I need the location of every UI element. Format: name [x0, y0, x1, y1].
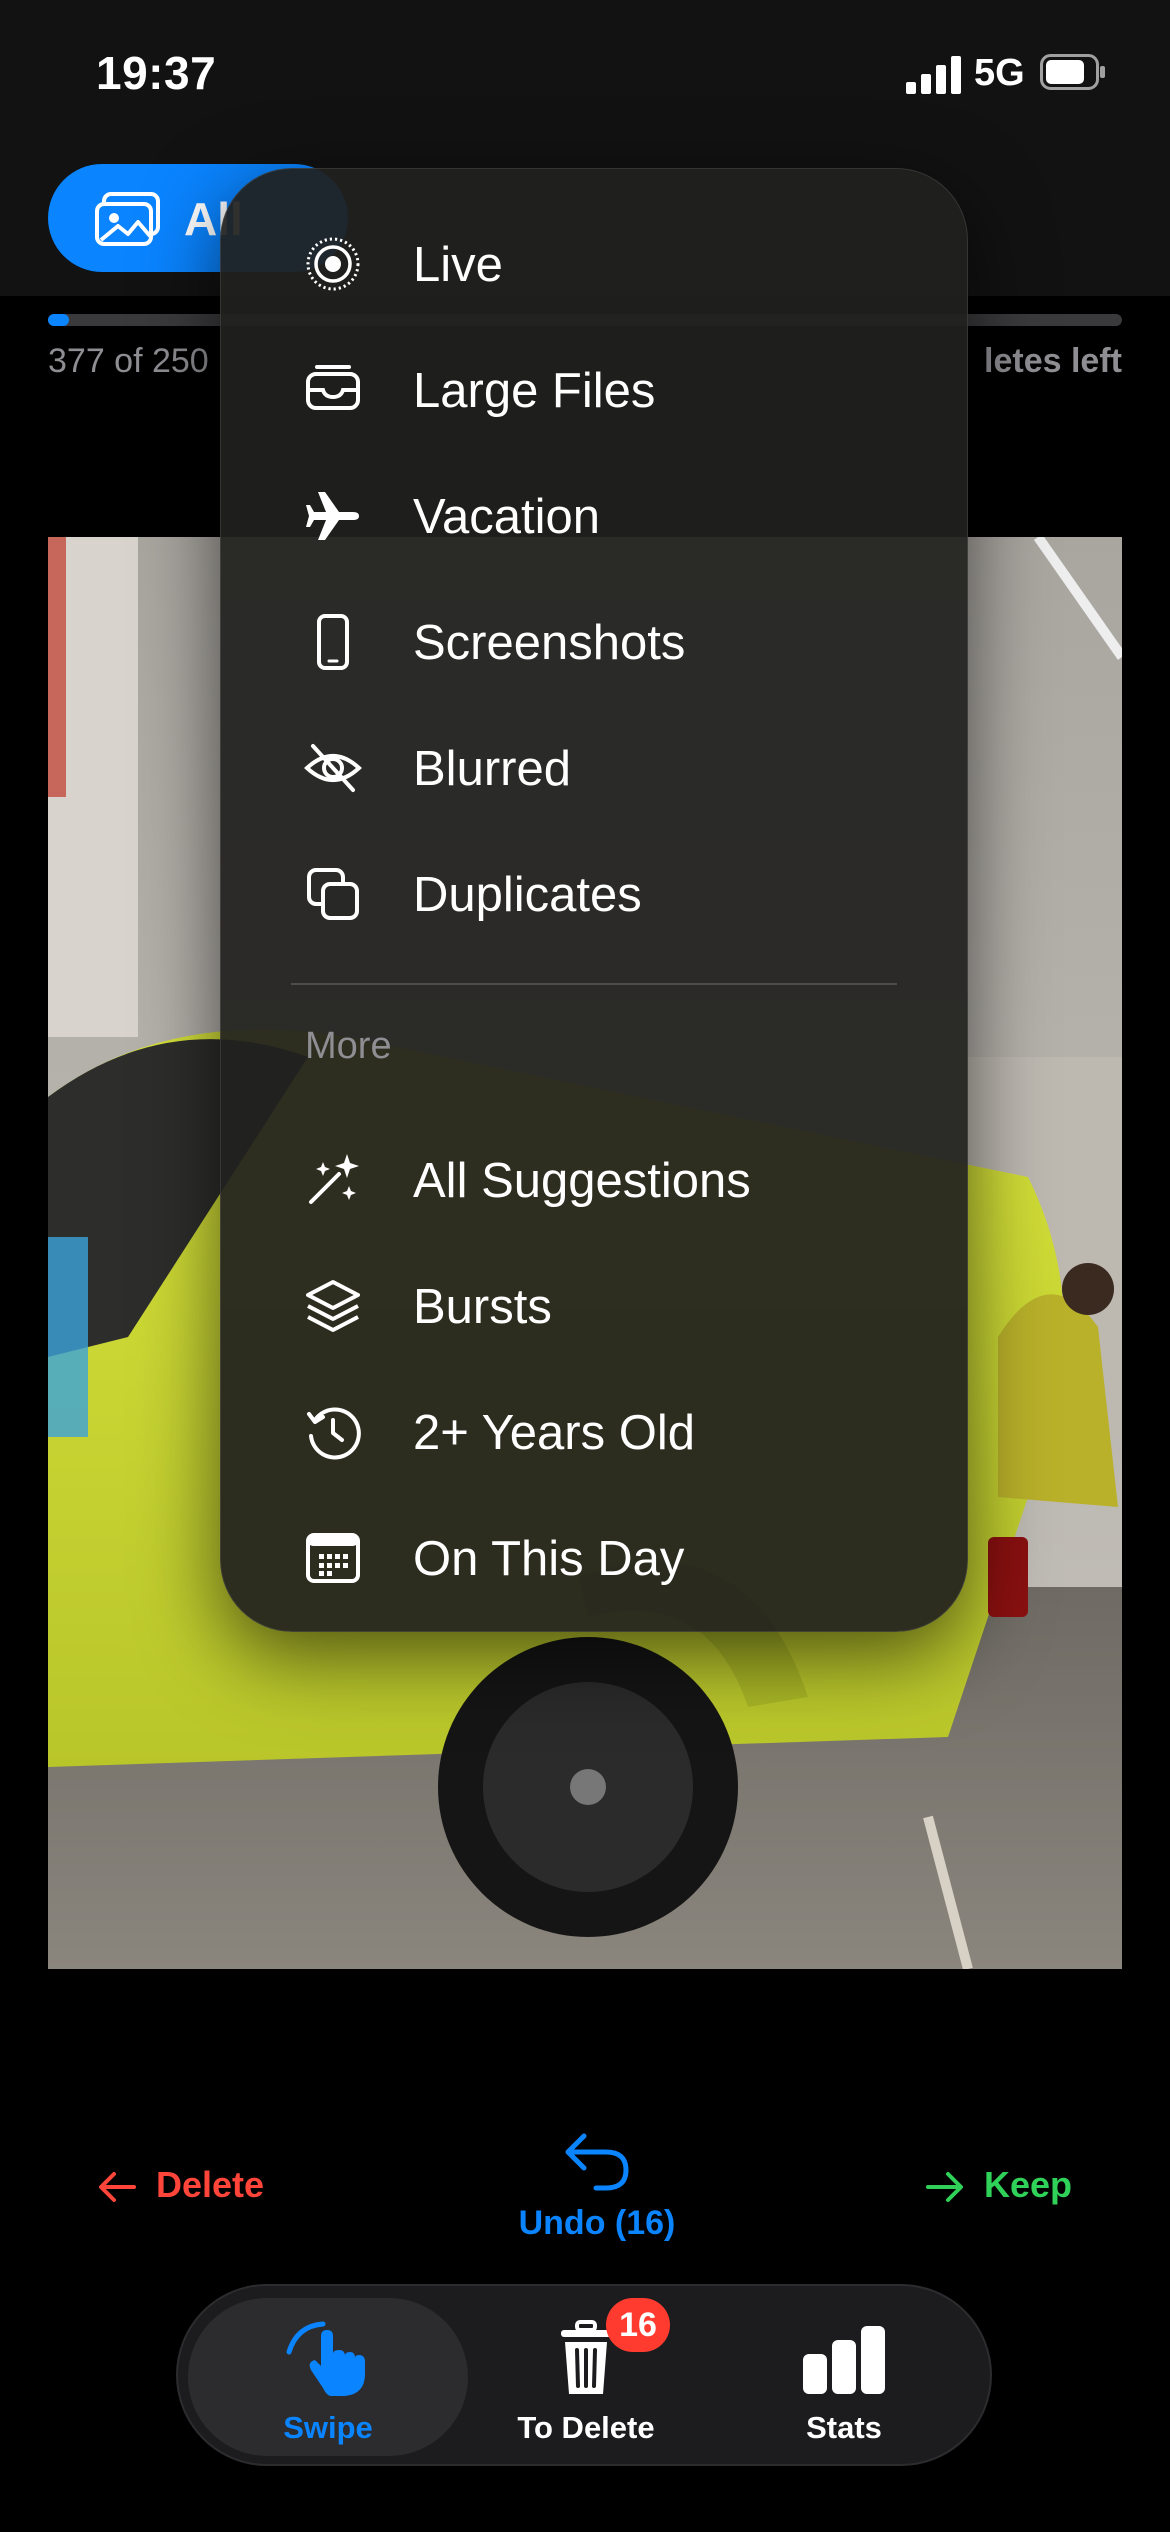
- network-type: 5G: [974, 52, 1025, 94]
- tab-to-delete[interactable]: To Delete: [446, 2298, 726, 2456]
- delete-action-label: Delete: [156, 2164, 265, 2205]
- menu-item-duplicates[interactable]: Duplicates: [221, 839, 967, 949]
- layers-icon: [306, 1280, 360, 1332]
- keep-action-label: Keep: [983, 2164, 1072, 2205]
- menu-item-label: Vacation: [413, 490, 601, 544]
- deletes-left-text: letes left: [984, 342, 1122, 380]
- menu-item-label: 2+ Years Old: [413, 1406, 695, 1460]
- menu-item-bursts[interactable]: Bursts: [221, 1251, 967, 1361]
- menu-item-all-suggestions[interactable]: All Suggestions: [221, 1125, 967, 1235]
- menu-item-label: Bursts: [413, 1280, 552, 1334]
- battery-icon: [1040, 54, 1105, 90]
- keep-action-button[interactable]: Keep: [925, 2164, 1072, 2206]
- arrow-right-icon: [925, 2172, 963, 2203]
- tray-icon: [306, 365, 360, 410]
- menu-item-screenshots[interactable]: Screenshots: [221, 587, 967, 697]
- delete-action-button[interactable]: Delete: [98, 2164, 264, 2206]
- menu-item-label: Blurred: [413, 742, 571, 796]
- menu-divider: [291, 983, 897, 985]
- duplicate-icon: [307, 868, 359, 920]
- bar-chart-icon: [803, 2326, 885, 2394]
- menu-item-label: All Suggestions: [413, 1154, 751, 1208]
- tab-label: Swipe: [283, 2410, 373, 2445]
- tab-swipe[interactable]: Swipe: [188, 2298, 468, 2456]
- hand-swipe-icon: [286, 2321, 365, 2396]
- undo-button[interactable]: Undo (16): [460, 2204, 734, 2243]
- progress-text: 377 of 250: [48, 342, 209, 380]
- photos-icon: [95, 192, 160, 246]
- tab-stats[interactable]: Stats: [704, 2298, 984, 2456]
- menu-item-live[interactable]: Live: [221, 209, 967, 319]
- history-icon: [307, 1407, 361, 1460]
- menu-item-label: Large Files: [413, 364, 656, 418]
- menu-item-blurred[interactable]: Blurred: [221, 713, 967, 823]
- to-delete-badge: 16: [606, 2298, 670, 2352]
- airplane-icon: [306, 492, 359, 540]
- filter-menu: Live Large Files Vacation Screenshots Bl…: [220, 168, 968, 1632]
- menu-item-label: Screenshots: [413, 616, 686, 670]
- tab-bar: Swipe To Delete 16 Stats: [176, 2284, 992, 2466]
- live-photo-icon: [306, 237, 360, 291]
- calendar-icon: [306, 1533, 360, 1583]
- sparkles-icon: [309, 1154, 359, 1204]
- progress-fill: [48, 314, 70, 326]
- arrow-left-icon: [99, 2172, 136, 2203]
- menu-item-old-photos[interactable]: 2+ Years Old: [221, 1377, 967, 1487]
- phone-icon: [317, 614, 349, 670]
- menu-item-on-this-day[interactable]: On This Day: [221, 1503, 967, 1613]
- eye-slash-icon: [304, 744, 362, 792]
- menu-section-title: More: [305, 1025, 392, 1067]
- undo-icon[interactable]: [562, 2130, 632, 2192]
- menu-item-large-files[interactable]: Large Files: [221, 335, 967, 445]
- status-time: 19:37: [96, 47, 217, 99]
- menu-item-vacation[interactable]: Vacation: [221, 461, 967, 571]
- tab-label: Stats: [806, 2410, 882, 2445]
- tab-label: To Delete: [517, 2410, 655, 2445]
- menu-item-label: Live: [413, 238, 503, 292]
- menu-item-label: Duplicates: [413, 868, 642, 922]
- status-bar: 19:37 5G: [0, 0, 1170, 150]
- signal-bars-icon: [906, 56, 961, 94]
- menu-item-label: On This Day: [413, 1532, 685, 1586]
